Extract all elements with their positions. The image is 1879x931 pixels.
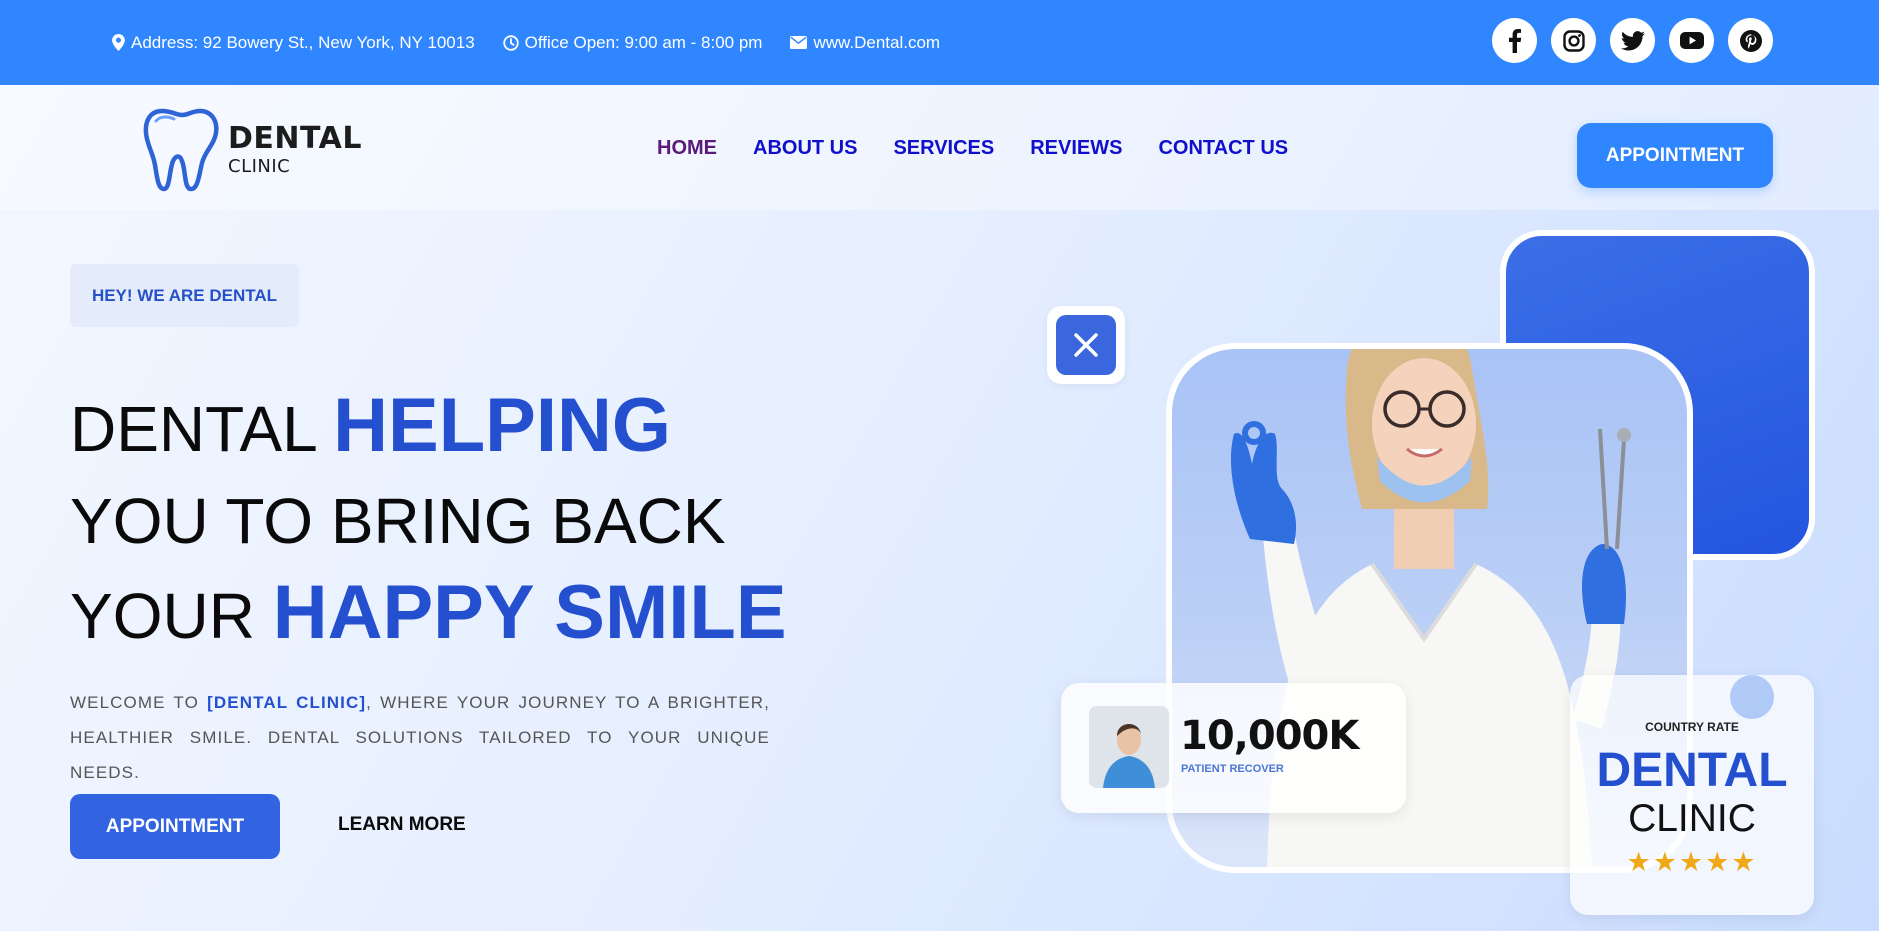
- address-info: Address: 92 Bowery St., New York, NY 100…: [112, 33, 475, 53]
- hours-text: Office Open: 9:00 am - 8:00 pm: [524, 32, 763, 52]
- intro-brand: [DENTAL CLINIC]: [207, 693, 367, 712]
- tooth-logo-icon: [143, 108, 219, 192]
- dental-tools-badge-inner: [1056, 315, 1116, 375]
- hero-appointment-button[interactable]: APPOINTMENT: [70, 794, 280, 859]
- nav-item-reviews[interactable]: REVIEWS: [1030, 137, 1122, 160]
- pinterest-icon[interactable]: [1728, 18, 1773, 63]
- learn-more-link[interactable]: LEARN MORE: [338, 814, 466, 836]
- logo-main: DENTAL: [228, 121, 362, 156]
- rating-card: COUNTRY RATE DENTAL CLINIC ★★★★★: [1570, 675, 1814, 915]
- nav-item-about-us[interactable]: ABOUT US: [753, 137, 857, 160]
- nav-appointment-button[interactable]: APPOINTMENT: [1577, 123, 1773, 188]
- location-pin-icon: [112, 34, 125, 51]
- crossed-tools-icon: [1074, 333, 1098, 357]
- logo[interactable]: DENTAL CLINIC: [142, 105, 362, 195]
- headline-line-1-plain: DENTAL: [70, 393, 334, 465]
- nav-item-services[interactable]: SERVICES: [893, 137, 994, 160]
- logo-sub: CLINIC: [228, 156, 291, 177]
- decorative-dot: [1730, 675, 1774, 719]
- facebook-icon[interactable]: [1492, 18, 1537, 63]
- twitter-icon[interactable]: [1610, 18, 1655, 63]
- hero-headline: DENTAL HELPING YOU TO BRING BACK YOUR HA…: [70, 380, 787, 662]
- youtube-icon[interactable]: [1669, 18, 1714, 63]
- nurse-avatar: [1089, 706, 1169, 788]
- nav-menu: HOME ABOUT US SERVICES REVIEWS CONTACT U…: [657, 137, 1288, 160]
- hero-tag: HEY! WE ARE DENTAL: [70, 264, 299, 327]
- rating-stars: ★★★★★: [1626, 847, 1758, 877]
- address-text: Address: 92 Bowery St., New York, NY 100…: [131, 32, 475, 52]
- clock-icon: [502, 34, 519, 51]
- website-text[interactable]: www.Dental.com: [813, 33, 940, 53]
- headline-line-3-plain: YOUR: [70, 580, 273, 652]
- stat-label: PATIENT RECOVER: [1181, 763, 1284, 775]
- nav-item-contact-us[interactable]: CONTACT US: [1158, 137, 1288, 160]
- intro-pre: WELCOME TO: [70, 693, 208, 712]
- rating-title: COUNTRY RATE: [1645, 720, 1739, 734]
- hours-info: Office Open: 9:00 am - 8:00 pm: [502, 32, 763, 53]
- logo-text: DENTAL CLINIC: [228, 124, 362, 176]
- headline-line-2: YOU TO BRING BACK: [70, 485, 726, 557]
- rating-main: DENTAL: [1596, 744, 1788, 797]
- headline-line-3-accent: HAPPY SMILE: [272, 570, 787, 655]
- social-links: [1492, 18, 1773, 63]
- patient-stat-card: 10,000K PATIENT RECOVER: [1061, 683, 1406, 813]
- rating-sub: CLINIC: [1628, 797, 1756, 840]
- instagram-icon[interactable]: [1551, 18, 1596, 63]
- headline-line-1: DENTAL HELPING: [70, 380, 787, 475]
- headline-line-1-accent: HELPING: [333, 383, 671, 468]
- stat-value: 10,000K: [1180, 713, 1359, 759]
- nav-item-home[interactable]: HOME: [657, 137, 717, 160]
- top-info-bar: Address: 92 Bowery St., New York, NY 100…: [0, 0, 1879, 85]
- headline-line-3: YOUR HAPPY SMILE: [70, 567, 787, 662]
- dental-tools-badge: [1047, 306, 1125, 384]
- main-nav: DENTAL CLINIC HOME ABOUT US SERVICES REV…: [0, 85, 1879, 210]
- envelope-icon: [790, 36, 808, 49]
- website-info[interactable]: www.Dental.com: [790, 33, 940, 53]
- hero-intro: WELCOME TO [DENTAL CLINIC], WHERE YOUR J…: [70, 685, 770, 790]
